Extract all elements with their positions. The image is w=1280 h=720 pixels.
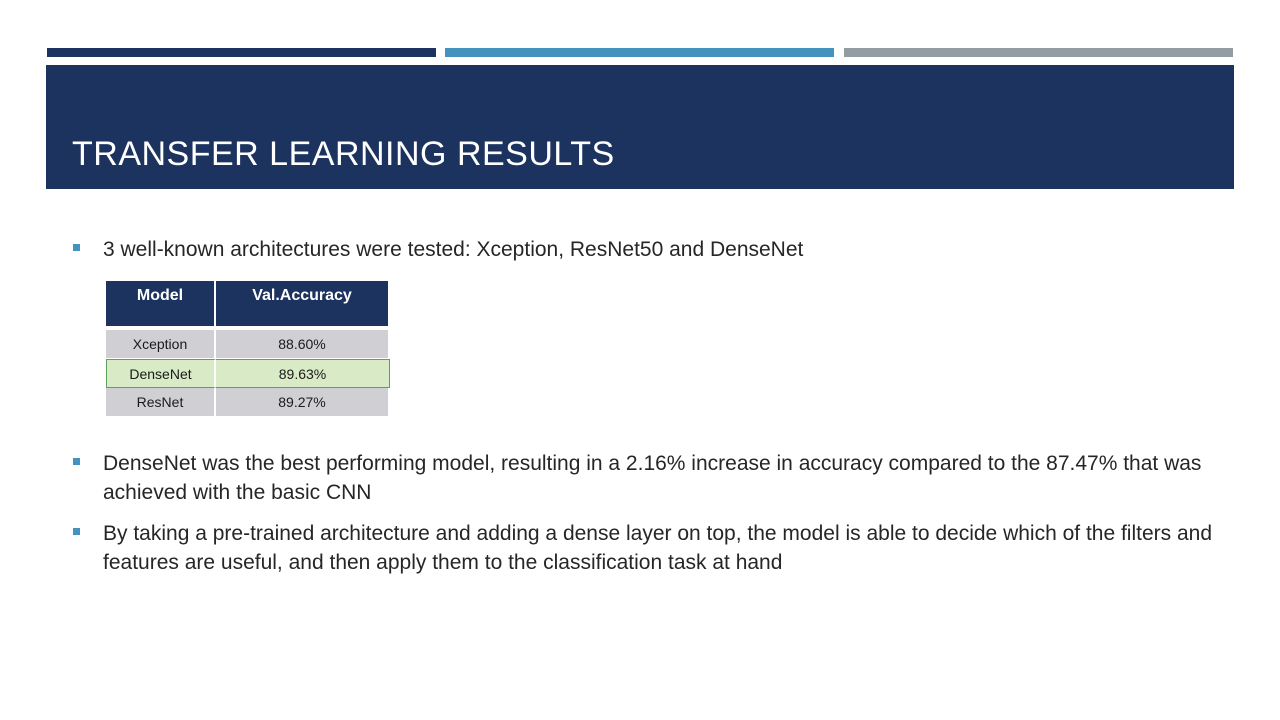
table-header-row: Model Val.Accuracy [106, 281, 390, 330]
bullet-text: By taking a pre-trained architecture and… [103, 522, 1213, 574]
model-cell: Xception [106, 330, 216, 359]
model-cell: ResNet [106, 388, 216, 417]
column-header-accuracy: Val.Accuracy [216, 281, 390, 330]
square-bullet-icon [73, 458, 80, 465]
accent-bar-dark-blue [47, 48, 436, 57]
slide-title: TRANSFER LEARNING RESULTS [72, 135, 615, 173]
square-bullet-icon [73, 528, 80, 535]
bullet-text: DenseNet was the best performing model, … [103, 452, 1202, 504]
bullet-text: 3 well-known architectures were tested: … [103, 238, 804, 261]
accuracy-cell: 88.60% [216, 330, 390, 359]
model-cell: DenseNet [106, 359, 216, 388]
bullet-architectures: 3 well-known architectures were tested: … [73, 235, 1213, 264]
bullet-pretrained-explanation: By taking a pre-trained architecture and… [73, 519, 1213, 577]
bullet-best-model: DenseNet was the best performing model, … [73, 449, 1213, 507]
accuracy-cell: 89.63% [216, 359, 390, 388]
column-header-model: Model [106, 281, 216, 330]
table-row: ResNet 89.27% [106, 388, 390, 417]
accuracy-cell: 89.27% [216, 388, 390, 417]
table-row-highlighted: DenseNet 89.63% [106, 359, 390, 388]
accent-bar-gray [844, 48, 1233, 57]
results-table: Model Val.Accuracy Xception 88.60% Dense… [106, 281, 390, 417]
square-bullet-icon [73, 244, 80, 251]
table-row: Xception 88.60% [106, 330, 390, 359]
title-band: TRANSFER LEARNING RESULTS [46, 65, 1234, 189]
accent-bar-light-blue [445, 48, 834, 57]
